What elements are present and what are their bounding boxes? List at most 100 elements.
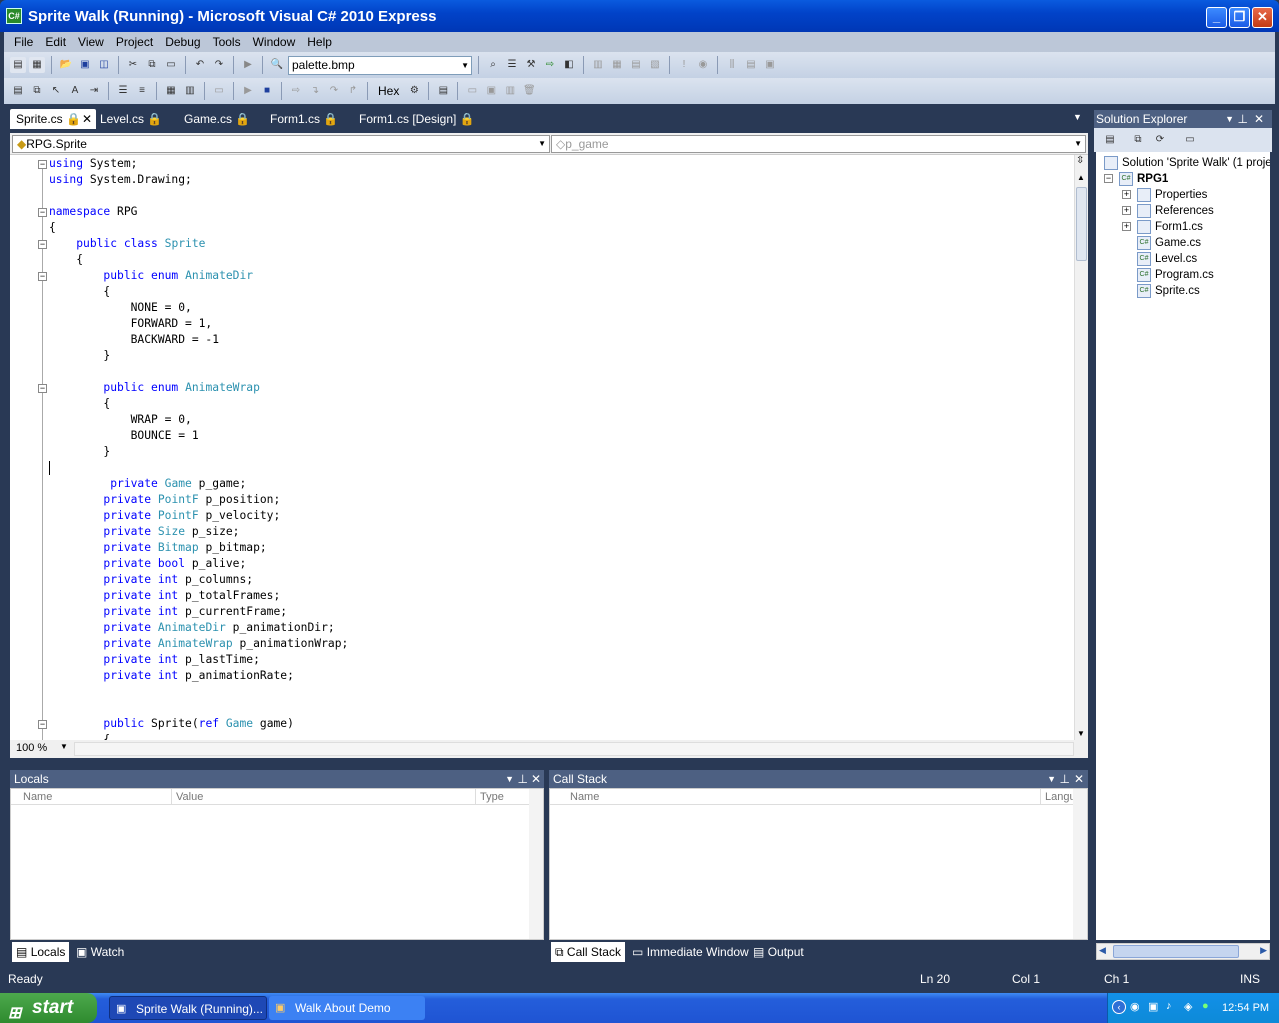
- start-button[interactable]: ⊞ start: [0, 993, 97, 1023]
- locals-scrollbar[interactable]: [529, 789, 543, 939]
- show-next-statement-icon[interactable]: ⇨: [288, 83, 304, 99]
- scroll-down-icon[interactable]: ▼: [1077, 729, 1085, 738]
- step-icon[interactable]: ⧉: [29, 83, 45, 99]
- tree-item-game[interactable]: C# Game.cs: [1137, 235, 1201, 251]
- close-icon[interactable]: ✕: [1254, 110, 1264, 128]
- cut-icon[interactable]: ✂: [125, 57, 141, 73]
- stop-debugging-icon[interactable]: ■: [259, 83, 275, 99]
- expand-tray-icon[interactable]: ‹: [1112, 1000, 1126, 1014]
- tree-item-properties[interactable]: + Properties: [1122, 187, 1207, 203]
- refresh-icon[interactable]: ⟳: [1152, 132, 1168, 148]
- execute-icon[interactable]: !: [676, 57, 692, 73]
- minimize-button[interactable]: _: [1206, 7, 1227, 28]
- find-icon[interactable]: ⌕: [485, 57, 501, 73]
- collapse-icon[interactable]: −: [38, 240, 47, 249]
- tab-sprite-cs[interactable]: Sprite.cs 🔒 ✕: [10, 109, 96, 129]
- undo-icon[interactable]: ↶: [192, 57, 208, 73]
- shield-icon[interactable]: ◈: [1184, 1000, 1192, 1013]
- tab-dropdown-icon[interactable]: ▼: [1073, 112, 1082, 122]
- find-in-files-icon[interactable]: 🔍: [269, 57, 285, 73]
- uncomment-icon[interactable]: ≡: [134, 83, 150, 99]
- zoom-combo[interactable]: 100 %: [16, 742, 47, 754]
- group-by-icon[interactable]: ▣: [762, 57, 778, 73]
- taskbar-item-sprite-walk[interactable]: ▣ Sprite Walk (Running)...: [109, 996, 267, 1020]
- collapse-icon[interactable]: −: [38, 272, 47, 281]
- menu-edit[interactable]: Edit: [39, 35, 72, 49]
- call-stack-scrollbar[interactable]: [1073, 789, 1087, 939]
- hex-button[interactable]: Hex: [374, 84, 403, 98]
- pointer-icon[interactable]: ↖: [48, 83, 64, 99]
- clock[interactable]: 12:54 PM: [1222, 1002, 1269, 1014]
- step-into-icon[interactable]: ↴: [307, 83, 323, 99]
- delete-icon[interactable]: 🗑: [521, 83, 537, 99]
- column-icon[interactable]: ⫼: [724, 57, 740, 73]
- monitor-icon[interactable]: ▣: [1148, 1000, 1158, 1013]
- dropdown-icon[interactable]: ▼: [1047, 770, 1056, 788]
- close-icon[interactable]: ✕: [1074, 770, 1084, 788]
- tab-watch[interactable]: ▣ Watch: [72, 942, 128, 962]
- table-icon[interactable]: ▥: [590, 57, 606, 73]
- show-all-files-icon[interactable]: ⧉: [1130, 132, 1146, 148]
- redo-icon[interactable]: ↷: [211, 57, 227, 73]
- tab-call-stack[interactable]: ⧉ Call Stack: [551, 942, 625, 962]
- tab-immediate-window[interactable]: ▭ Immediate Window: [628, 942, 753, 962]
- tree-item-program[interactable]: C# Program.cs: [1137, 267, 1214, 283]
- view-code-icon[interactable]: ▤: [10, 83, 26, 99]
- dropdown-icon[interactable]: ▼: [505, 770, 514, 788]
- properties-icon[interactable]: ☰: [504, 57, 520, 73]
- align-icon[interactable]: ▭: [464, 83, 480, 99]
- spacing-icon[interactable]: ▥: [502, 83, 518, 99]
- scroll-left-icon[interactable]: ◀: [1099, 945, 1106, 956]
- solution-tree[interactable]: Solution 'Sprite Walk' (1 project) − C# RP…: [1096, 152, 1270, 940]
- scroll-right-icon[interactable]: ▶: [1260, 945, 1267, 956]
- menu-debug[interactable]: Debug: [159, 35, 206, 49]
- menu-help[interactable]: Help: [301, 35, 338, 49]
- pin-icon[interactable]: ⊥: [1060, 770, 1070, 788]
- restore-button[interactable]: ❐: [1229, 7, 1250, 28]
- sql-icon[interactable]: ▤: [628, 57, 644, 73]
- tree-item-sprite[interactable]: C# Sprite.cs: [1137, 283, 1200, 299]
- object-browser-icon[interactable]: ◧: [561, 57, 577, 73]
- save-icon[interactable]: ▣: [77, 57, 93, 73]
- collapse-icon[interactable]: −: [38, 720, 47, 729]
- query-icon[interactable]: ▧: [647, 57, 663, 73]
- tree-item-references[interactable]: + References: [1122, 203, 1214, 219]
- type-combo[interactable]: ◆RPG.Sprite ▼: [12, 135, 550, 153]
- vertical-scrollbar[interactable]: ⇳ ▲ ▼: [1074, 155, 1088, 740]
- menu-tools[interactable]: Tools: [207, 35, 247, 49]
- new-project-icon[interactable]: ▤: [10, 57, 26, 73]
- column-type[interactable]: Type: [475, 789, 504, 805]
- project-node[interactable]: − C# RPG1: [1104, 171, 1168, 187]
- view-code-icon[interactable]: ▭: [1182, 132, 1198, 148]
- dropdown-icon[interactable]: ▼: [1225, 110, 1234, 128]
- export-icon[interactable]: ⇨: [542, 57, 558, 73]
- copy-icon[interactable]: ⧉: [144, 57, 160, 73]
- close-button[interactable]: ✕: [1252, 7, 1273, 28]
- solution-hscrollbar[interactable]: ◀ ▶: [1096, 943, 1270, 960]
- breakpoints-icon[interactable]: ▦: [163, 83, 179, 99]
- expand-icon[interactable]: +: [1122, 190, 1131, 200]
- tools-icon[interactable]: ⚒: [523, 57, 539, 73]
- network-icon[interactable]: ◉: [1130, 1000, 1140, 1013]
- close-icon[interactable]: ✕: [531, 770, 541, 788]
- close-tab-icon[interactable]: ✕: [82, 109, 92, 129]
- layout-icon[interactable]: ▭: [211, 83, 227, 99]
- scroll-up-icon[interactable]: ▲: [1077, 173, 1085, 182]
- solution-node[interactable]: Solution 'Sprite Walk' (1 project): [1104, 155, 1270, 171]
- bookmark-icon[interactable]: ▥: [182, 83, 198, 99]
- taskbar-item-walk-about-demo[interactable]: ▣ Walk About Demo: [269, 996, 425, 1020]
- collapse-icon[interactable]: −: [38, 208, 47, 217]
- tab-level-cs[interactable]: Level.cs 🔒: [94, 109, 174, 129]
- tab-form1-design[interactable]: Form1.cs [Design] 🔒: [353, 109, 483, 129]
- tab-form1-cs[interactable]: Form1.cs 🔒: [264, 109, 352, 129]
- step-out-icon[interactable]: ↱: [345, 83, 361, 99]
- open-file-icon[interactable]: 📂: [58, 57, 74, 73]
- chevron-down-icon[interactable]: ▼: [60, 742, 68, 751]
- member-combo[interactable]: ◇p_game ▼: [551, 135, 1086, 153]
- expand-icon[interactable]: +: [1122, 206, 1131, 216]
- tab-locals[interactable]: ▤ Locals: [12, 942, 70, 962]
- collapse-icon[interactable]: −: [38, 160, 47, 169]
- update-icon[interactable]: ●: [1202, 1000, 1209, 1012]
- properties-icon[interactable]: ▤: [1102, 132, 1118, 148]
- start-debugging-icon[interactable]: ▶: [240, 57, 256, 73]
